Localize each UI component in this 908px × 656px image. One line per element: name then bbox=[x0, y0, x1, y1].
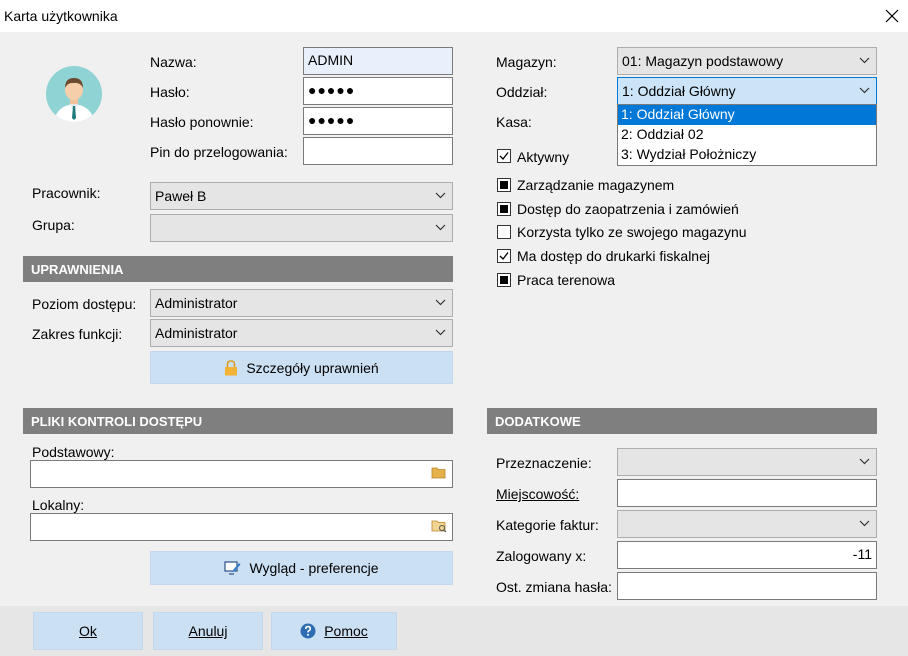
procurement-access-checkbox[interactable] bbox=[497, 202, 511, 216]
close-button[interactable] bbox=[876, 0, 908, 32]
permission-details-label: Szczegóły uprawnień bbox=[246, 359, 379, 376]
primary-file-label: Podstawowy: bbox=[32, 444, 115, 460]
access-level-value: Administrator bbox=[155, 295, 238, 311]
function-scope-value: Administrator bbox=[155, 325, 238, 341]
employee-label: Pracownik: bbox=[32, 185, 101, 201]
appearance-preferences-button[interactable]: Wygląd - preferencje bbox=[150, 551, 453, 585]
field-work-label: Praca terenowa bbox=[517, 272, 616, 288]
function-scope-select[interactable]: Administrator bbox=[150, 319, 453, 347]
logged-count-field[interactable]: -11 bbox=[617, 541, 877, 569]
name-label: Nazwa: bbox=[150, 54, 197, 70]
purpose-label: Przeznaczenie: bbox=[496, 455, 592, 471]
active-checkbox[interactable] bbox=[497, 149, 511, 163]
city-field[interactable] bbox=[617, 479, 877, 507]
procurement-access-label: Dostęp do zaopatrzenia i zamówień bbox=[517, 201, 739, 217]
chevron-down-icon bbox=[859, 520, 870, 527]
fiscal-printer-label: Ma dostęp do drukarki fiskalnej bbox=[517, 248, 710, 264]
user-avatar-icon bbox=[46, 66, 102, 122]
warehouse-management-checkbox[interactable] bbox=[497, 178, 511, 192]
chevron-down-icon bbox=[859, 57, 870, 64]
folder-search-icon[interactable] bbox=[431, 519, 447, 536]
group-select[interactable] bbox=[150, 214, 453, 242]
local-file-label: Lokalny: bbox=[32, 497, 85, 513]
warehouse-management-label: Zarządzanie magazynem bbox=[517, 177, 675, 193]
chevron-down-icon bbox=[859, 87, 870, 94]
function-scope-label: Zakres funkcji: bbox=[32, 326, 123, 342]
branch-select[interactable]: 1: Oddział Główny bbox=[617, 77, 877, 105]
ok-button[interactable]: Ok bbox=[33, 612, 143, 650]
local-file-field[interactable] bbox=[30, 513, 453, 541]
pin-field[interactable] bbox=[303, 137, 453, 165]
cancel-button[interactable]: Anuluj bbox=[153, 612, 263, 650]
warehouse-label: Magazyn: bbox=[496, 54, 557, 70]
branch-option[interactable]: 1: Oddział Główny bbox=[618, 105, 876, 125]
ok-label: Ok bbox=[79, 623, 97, 639]
branch-dropdown-list: 1: Oddział Główny 2: Oddział 02 3: Wydzi… bbox=[617, 104, 877, 166]
own-warehouse-only-label: Korzysta tylko ze swojego magazynu bbox=[517, 224, 747, 240]
checkmark-icon bbox=[499, 252, 509, 260]
footer-bar: Ok Anuluj Pomoc bbox=[0, 606, 908, 656]
branch-option[interactable]: 2: Oddział 02 bbox=[618, 125, 876, 145]
employee-select[interactable]: Paweł B bbox=[150, 182, 453, 210]
chevron-down-icon bbox=[435, 329, 446, 336]
checkmark-icon bbox=[499, 152, 509, 160]
appearance-preferences-label: Wygląd - preferencje bbox=[249, 560, 379, 576]
branch-value: 1: Oddział Główny bbox=[622, 83, 736, 99]
permissions-header: UPRAWNIENIA bbox=[23, 256, 453, 282]
access-level-select[interactable]: Administrator bbox=[150, 289, 453, 317]
invoice-categories-select[interactable] bbox=[617, 510, 877, 538]
active-label: Aktywny bbox=[517, 149, 570, 165]
warehouse-select[interactable]: 01: Magazyn podstawowy bbox=[617, 47, 877, 75]
invoice-categories-label: Kategorie faktur: bbox=[496, 517, 599, 533]
purpose-select[interactable] bbox=[617, 448, 877, 476]
primary-file-field[interactable] bbox=[30, 460, 453, 488]
own-warehouse-only-checkbox[interactable] bbox=[497, 225, 511, 239]
help-label: Pomoc bbox=[324, 623, 368, 639]
cancel-label: Anuluj bbox=[188, 623, 228, 639]
password-repeat-field[interactable]: ●●●●● bbox=[303, 107, 453, 135]
additional-header: DODATKOWE bbox=[487, 408, 877, 434]
cash-label: Kasa: bbox=[496, 114, 532, 130]
name-field[interactable]: ADMIN bbox=[303, 47, 453, 75]
password-change-field[interactable] bbox=[617, 572, 877, 600]
pin-label: Pin do przelogowania: bbox=[150, 144, 288, 160]
password-repeat-label: Hasło ponownie: bbox=[150, 114, 254, 130]
password-label: Hasło: bbox=[150, 84, 190, 100]
monitor-edit-icon bbox=[224, 561, 241, 575]
permission-details-button[interactable]: Szczegóły uprawnień bbox=[150, 351, 453, 384]
avatar bbox=[46, 66, 102, 122]
folder-icon[interactable] bbox=[431, 466, 446, 482]
chevron-down-icon bbox=[435, 224, 446, 231]
window-title: Karta użytkownika bbox=[4, 8, 118, 24]
field-work-checkbox[interactable] bbox=[497, 273, 511, 287]
help-icon bbox=[300, 623, 316, 639]
city-label-text: Miejscowość: bbox=[496, 486, 580, 502]
title-bar: Karta użytkownika bbox=[0, 0, 908, 32]
fiscal-printer-checkbox[interactable] bbox=[497, 249, 511, 263]
access-level-label: Poziom dostępu: bbox=[32, 296, 137, 312]
branch-label: Oddział: bbox=[496, 84, 548, 100]
branch-option[interactable]: 3: Wydział Położniczy bbox=[618, 145, 876, 165]
chevron-down-icon bbox=[859, 458, 870, 465]
chevron-down-icon bbox=[435, 192, 446, 199]
lock-icon bbox=[225, 359, 238, 375]
password-change-label: Ost. zmiana hasła: bbox=[496, 579, 612, 595]
access-files-header: PLIKI KONTROLI DOSTĘPU bbox=[23, 408, 453, 434]
city-label: Miejscowość: bbox=[496, 486, 579, 502]
group-label: Grupa: bbox=[32, 217, 75, 233]
help-button[interactable]: Pomoc bbox=[271, 612, 397, 650]
employee-value: Paweł B bbox=[155, 188, 207, 204]
logged-count-label: Zalogowany x: bbox=[496, 548, 587, 564]
close-icon bbox=[885, 9, 899, 23]
password-field[interactable]: ●●●●● bbox=[303, 77, 453, 105]
chevron-down-icon bbox=[435, 299, 446, 306]
warehouse-value: 01: Magazyn podstawowy bbox=[622, 53, 784, 69]
user-card-window: Karta użytkownika Nazwa: ADMIN Hasło: ●●… bbox=[0, 0, 908, 656]
